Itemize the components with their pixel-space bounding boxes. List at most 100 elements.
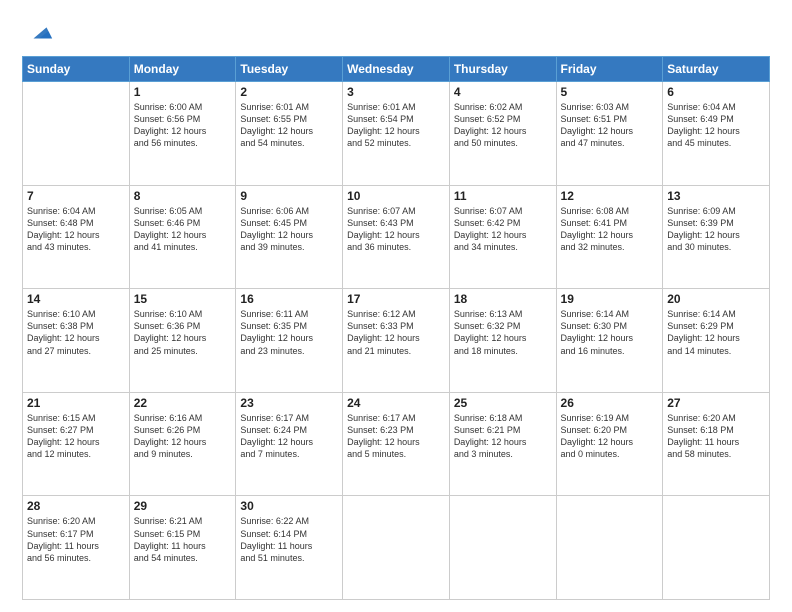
calendar-week-2: 7 Sunrise: 6:04 AM Sunset: 6:48 PM Daylig… [23,185,770,289]
cell-info: Sunrise: 6:20 AM Sunset: 6:17 PM Dayligh… [27,515,125,564]
calendar-cell: 14 Sunrise: 6:10 AM Sunset: 6:38 PM Dayli… [23,289,130,393]
calendar-cell: 2 Sunrise: 6:01 AM Sunset: 6:55 PM Daylig… [236,82,343,186]
cell-info: Sunrise: 6:04 AM Sunset: 6:49 PM Dayligh… [667,101,765,150]
calendar-cell: 23 Sunrise: 6:17 AM Sunset: 6:24 PM Dayli… [236,392,343,496]
cell-info: Sunrise: 6:22 AM Sunset: 6:14 PM Dayligh… [240,515,338,564]
calendar-cell: 5 Sunrise: 6:03 AM Sunset: 6:51 PM Daylig… [556,82,663,186]
weekday-thursday: Thursday [449,57,556,82]
day-number: 28 [27,499,125,513]
day-number: 24 [347,396,445,410]
weekday-monday: Monday [129,57,236,82]
calendar-cell: 16 Sunrise: 6:11 AM Sunset: 6:35 PM Dayli… [236,289,343,393]
calendar-cell: 4 Sunrise: 6:02 AM Sunset: 6:52 PM Daylig… [449,82,556,186]
cell-info: Sunrise: 6:01 AM Sunset: 6:54 PM Dayligh… [347,101,445,150]
day-number: 4 [454,85,552,99]
calendar-cell: 13 Sunrise: 6:09 AM Sunset: 6:39 PM Dayli… [663,185,770,289]
day-number: 13 [667,189,765,203]
logo-icon [26,18,54,46]
calendar-cell: 29 Sunrise: 6:21 AM Sunset: 6:15 PM Dayli… [129,496,236,600]
cell-info: Sunrise: 6:10 AM Sunset: 6:36 PM Dayligh… [134,308,232,357]
header [22,18,770,46]
calendar-week-1: 1Sunrise: 6:00 AM Sunset: 6:56 PM Daylig… [23,82,770,186]
calendar-cell: 26 Sunrise: 6:19 AM Sunset: 6:20 PM Dayli… [556,392,663,496]
calendar-cell: 11Sunrise: 6:07 AM Sunset: 6:42 PM Dayli… [449,185,556,289]
day-number: 25 [454,396,552,410]
calendar-cell: 21 Sunrise: 6:15 AM Sunset: 6:27 PM Dayli… [23,392,130,496]
cell-info: Sunrise: 6:18 AM Sunset: 6:21 PM Dayligh… [454,412,552,461]
day-number: 14 [27,292,125,306]
cell-info: Sunrise: 6:17 AM Sunset: 6:23 PM Dayligh… [347,412,445,461]
cell-info: Sunrise: 6:02 AM Sunset: 6:52 PM Dayligh… [454,101,552,150]
cell-info: Sunrise: 6:01 AM Sunset: 6:55 PM Dayligh… [240,101,338,150]
day-number: 18 [454,292,552,306]
calendar-cell: 22Sunrise: 6:16 AM Sunset: 6:26 PM Dayli… [129,392,236,496]
day-number: 16 [240,292,338,306]
day-number: 22 [134,396,232,410]
cell-info: Sunrise: 6:06 AM Sunset: 6:45 PM Dayligh… [240,205,338,254]
day-number: 30 [240,499,338,513]
calendar-cell [343,496,450,600]
calendar-cell: 8 Sunrise: 6:05 AM Sunset: 6:46 PM Daylig… [129,185,236,289]
day-number: 2 [240,85,338,99]
calendar-cell: 15 Sunrise: 6:10 AM Sunset: 6:36 PM Dayli… [129,289,236,393]
calendar-cell: 9 Sunrise: 6:06 AM Sunset: 6:45 PM Daylig… [236,185,343,289]
day-number: 8 [134,189,232,203]
day-number: 19 [561,292,659,306]
calendar-cell [23,82,130,186]
calendar-cell: 1Sunrise: 6:00 AM Sunset: 6:56 PM Daylig… [129,82,236,186]
day-number: 12 [561,189,659,203]
calendar-cell: 30 Sunrise: 6:22 AM Sunset: 6:14 PM Dayli… [236,496,343,600]
cell-info: Sunrise: 6:12 AM Sunset: 6:33 PM Dayligh… [347,308,445,357]
day-number: 21 [27,396,125,410]
cell-info: Sunrise: 6:19 AM Sunset: 6:20 PM Dayligh… [561,412,659,461]
cell-info: Sunrise: 6:10 AM Sunset: 6:38 PM Dayligh… [27,308,125,357]
cell-info: Sunrise: 6:08 AM Sunset: 6:41 PM Dayligh… [561,205,659,254]
weekday-header-row: SundayMondayTuesdayWednesdayThursdayFrid… [23,57,770,82]
calendar-cell: 28 Sunrise: 6:20 AM Sunset: 6:17 PM Dayli… [23,496,130,600]
cell-info: Sunrise: 6:04 AM Sunset: 6:48 PM Dayligh… [27,205,125,254]
page: SundayMondayTuesdayWednesdayThursdayFrid… [0,0,792,612]
weekday-tuesday: Tuesday [236,57,343,82]
cell-info: Sunrise: 6:21 AM Sunset: 6:15 PM Dayligh… [134,515,232,564]
cell-info: Sunrise: 6:05 AM Sunset: 6:46 PM Dayligh… [134,205,232,254]
calendar-cell: 20Sunrise: 6:14 AM Sunset: 6:29 PM Dayli… [663,289,770,393]
day-number: 23 [240,396,338,410]
day-number: 10 [347,189,445,203]
weekday-saturday: Saturday [663,57,770,82]
day-number: 29 [134,499,232,513]
calendar-cell [449,496,556,600]
calendar-cell: 17Sunrise: 6:12 AM Sunset: 6:33 PM Dayli… [343,289,450,393]
cell-info: Sunrise: 6:14 AM Sunset: 6:30 PM Dayligh… [561,308,659,357]
day-number: 15 [134,292,232,306]
cell-info: Sunrise: 6:14 AM Sunset: 6:29 PM Dayligh… [667,308,765,357]
cell-info: Sunrise: 6:13 AM Sunset: 6:32 PM Dayligh… [454,308,552,357]
calendar-cell [663,496,770,600]
calendar-cell: 27Sunrise: 6:20 AM Sunset: 6:18 PM Dayli… [663,392,770,496]
calendar-cell: 24 Sunrise: 6:17 AM Sunset: 6:23 PM Dayli… [343,392,450,496]
calendar-table: SundayMondayTuesdayWednesdayThursdayFrid… [22,56,770,600]
cell-info: Sunrise: 6:20 AM Sunset: 6:18 PM Dayligh… [667,412,765,461]
calendar-cell: 25 Sunrise: 6:18 AM Sunset: 6:21 PM Dayli… [449,392,556,496]
calendar-cell: 3Sunrise: 6:01 AM Sunset: 6:54 PM Daylig… [343,82,450,186]
calendar-cell: 6 Sunrise: 6:04 AM Sunset: 6:49 PM Daylig… [663,82,770,186]
cell-info: Sunrise: 6:11 AM Sunset: 6:35 PM Dayligh… [240,308,338,357]
cell-info: Sunrise: 6:03 AM Sunset: 6:51 PM Dayligh… [561,101,659,150]
calendar-cell: 7 Sunrise: 6:04 AM Sunset: 6:48 PM Daylig… [23,185,130,289]
day-number: 6 [667,85,765,99]
calendar-week-5: 28 Sunrise: 6:20 AM Sunset: 6:17 PM Dayli… [23,496,770,600]
calendar-cell [556,496,663,600]
calendar-week-3: 14 Sunrise: 6:10 AM Sunset: 6:38 PM Dayli… [23,289,770,393]
day-number: 26 [561,396,659,410]
day-number: 9 [240,189,338,203]
cell-info: Sunrise: 6:15 AM Sunset: 6:27 PM Dayligh… [27,412,125,461]
calendar-body: 1Sunrise: 6:00 AM Sunset: 6:56 PM Daylig… [23,82,770,600]
weekday-wednesday: Wednesday [343,57,450,82]
calendar-header: SundayMondayTuesdayWednesdayThursdayFrid… [23,57,770,82]
cell-info: Sunrise: 6:09 AM Sunset: 6:39 PM Dayligh… [667,205,765,254]
day-number: 7 [27,189,125,203]
weekday-friday: Friday [556,57,663,82]
cell-info: Sunrise: 6:17 AM Sunset: 6:24 PM Dayligh… [240,412,338,461]
cell-info: Sunrise: 6:00 AM Sunset: 6:56 PM Dayligh… [134,101,232,150]
cell-info: Sunrise: 6:07 AM Sunset: 6:43 PM Dayligh… [347,205,445,254]
day-number: 5 [561,85,659,99]
